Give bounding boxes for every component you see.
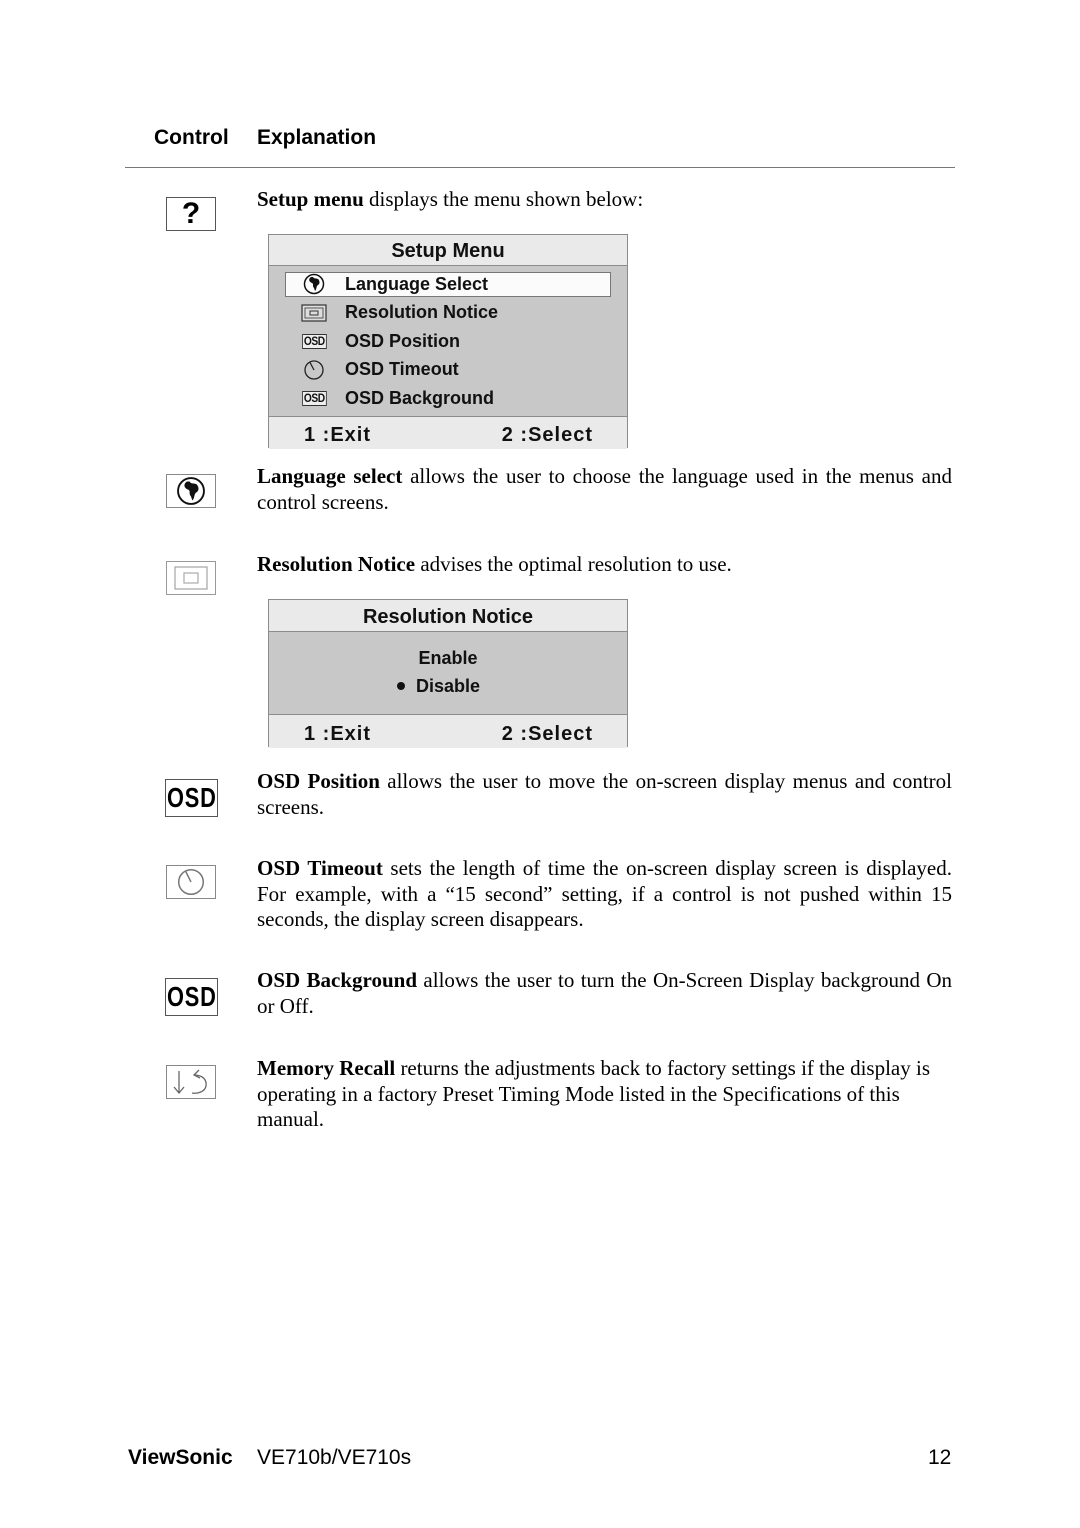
resolution-icon	[166, 561, 216, 595]
clock-icon	[166, 865, 216, 899]
osd-icon: OSD	[165, 779, 218, 817]
menu-item-label: OSD Background	[345, 387, 495, 408]
osd-timeout-description: OSD Timeout sets the length of time the …	[257, 856, 952, 933]
resolution-notice-osd: Resolution Notice Enable Disable 1 :Exit…	[268, 599, 628, 748]
menu-item-label: Resolution Notice	[345, 302, 499, 323]
globe-icon	[166, 474, 216, 508]
menu-item-label: OSD Timeout	[345, 359, 459, 380]
column-header-explanation: Explanation	[257, 126, 377, 149]
setup-menu-footer: 1 :Exit 2 :Select	[269, 416, 627, 449]
header-divider	[125, 167, 955, 168]
setup-menu-title: Setup Menu	[269, 235, 627, 266]
column-header-control: Control	[154, 126, 229, 149]
option-disable[interactable]: Disable	[250, 672, 627, 700]
select-hint: 2 :Select	[501, 424, 593, 446]
osd-icon: OSD	[301, 390, 327, 406]
footer-model: VE710b/VE710s	[257, 1446, 412, 1469]
setup-menu-text: displays the menu shown below:	[363, 187, 644, 211]
option-enable[interactable]: Enable	[269, 644, 627, 672]
setup-menu-term: Setup menu	[257, 187, 364, 211]
language-select-description: Language select allows the user to choos…	[257, 464, 952, 515]
resolution-options: Enable Disable	[269, 632, 627, 714]
resolution-notice-description: Resolution Notice advises the optimal re…	[257, 552, 952, 578]
menu-item-osd-position[interactable]: OSD OSD Position	[269, 327, 627, 356]
globe-icon	[299, 273, 329, 295]
osd-icon: OSD	[165, 978, 218, 1016]
resolution-icon	[299, 304, 329, 322]
question-mark-icon: ?	[166, 197, 216, 231]
resolution-notice-text: advises the optimal resolution to use.	[415, 552, 732, 576]
osd-position-description: OSD Position allows the user to move the…	[257, 769, 952, 820]
osd-background-description: OSD Background allows the user to turn t…	[257, 968, 952, 1019]
setup-menu-osd: Setup Menu Language Select Resolution No…	[268, 234, 628, 449]
memory-recall-description: Memory Recall returns the adjustments ba…	[257, 1056, 952, 1133]
clock-icon	[299, 359, 329, 381]
language-select-term: Language select	[257, 464, 403, 488]
setup-menu-list: Language Select Resolution Notice OSD OS…	[269, 266, 627, 416]
osd-background-term: OSD Background	[257, 968, 418, 992]
memory-recall-term: Memory Recall	[257, 1056, 396, 1080]
option-label: Enable	[418, 647, 478, 668]
option-label: Disable	[415, 675, 481, 696]
memory-recall-icon	[166, 1065, 216, 1099]
osd-icon: OSD	[301, 333, 327, 349]
menu-item-osd-background[interactable]: OSD OSD Background	[269, 384, 627, 413]
resolution-notice-footer: 1 :Exit 2 :Select	[269, 714, 627, 748]
menu-item-label: Language Select	[345, 273, 489, 294]
osd-timeout-term: OSD Timeout	[257, 856, 383, 880]
selected-bullet-icon	[396, 682, 405, 690]
osd-position-term: OSD Position	[257, 769, 380, 793]
menu-item-osd-timeout[interactable]: OSD Timeout	[269, 356, 627, 385]
setup-menu-description: Setup menu displays the menu shown below…	[257, 187, 952, 213]
menu-item-label: OSD Position	[345, 330, 461, 351]
page-number: 12	[928, 1446, 952, 1469]
menu-item-resolution-notice[interactable]: Resolution Notice	[269, 299, 627, 328]
exit-hint: 1 :Exit	[304, 723, 372, 745]
exit-hint: 1 :Exit	[304, 424, 372, 446]
select-hint: 2 :Select	[501, 723, 593, 745]
resolution-notice-title: Resolution Notice	[269, 600, 627, 632]
footer-brand: ViewSonic	[128, 1446, 233, 1469]
resolution-notice-term: Resolution Notice	[257, 552, 416, 576]
menu-item-language-select[interactable]: Language Select	[269, 270, 627, 299]
